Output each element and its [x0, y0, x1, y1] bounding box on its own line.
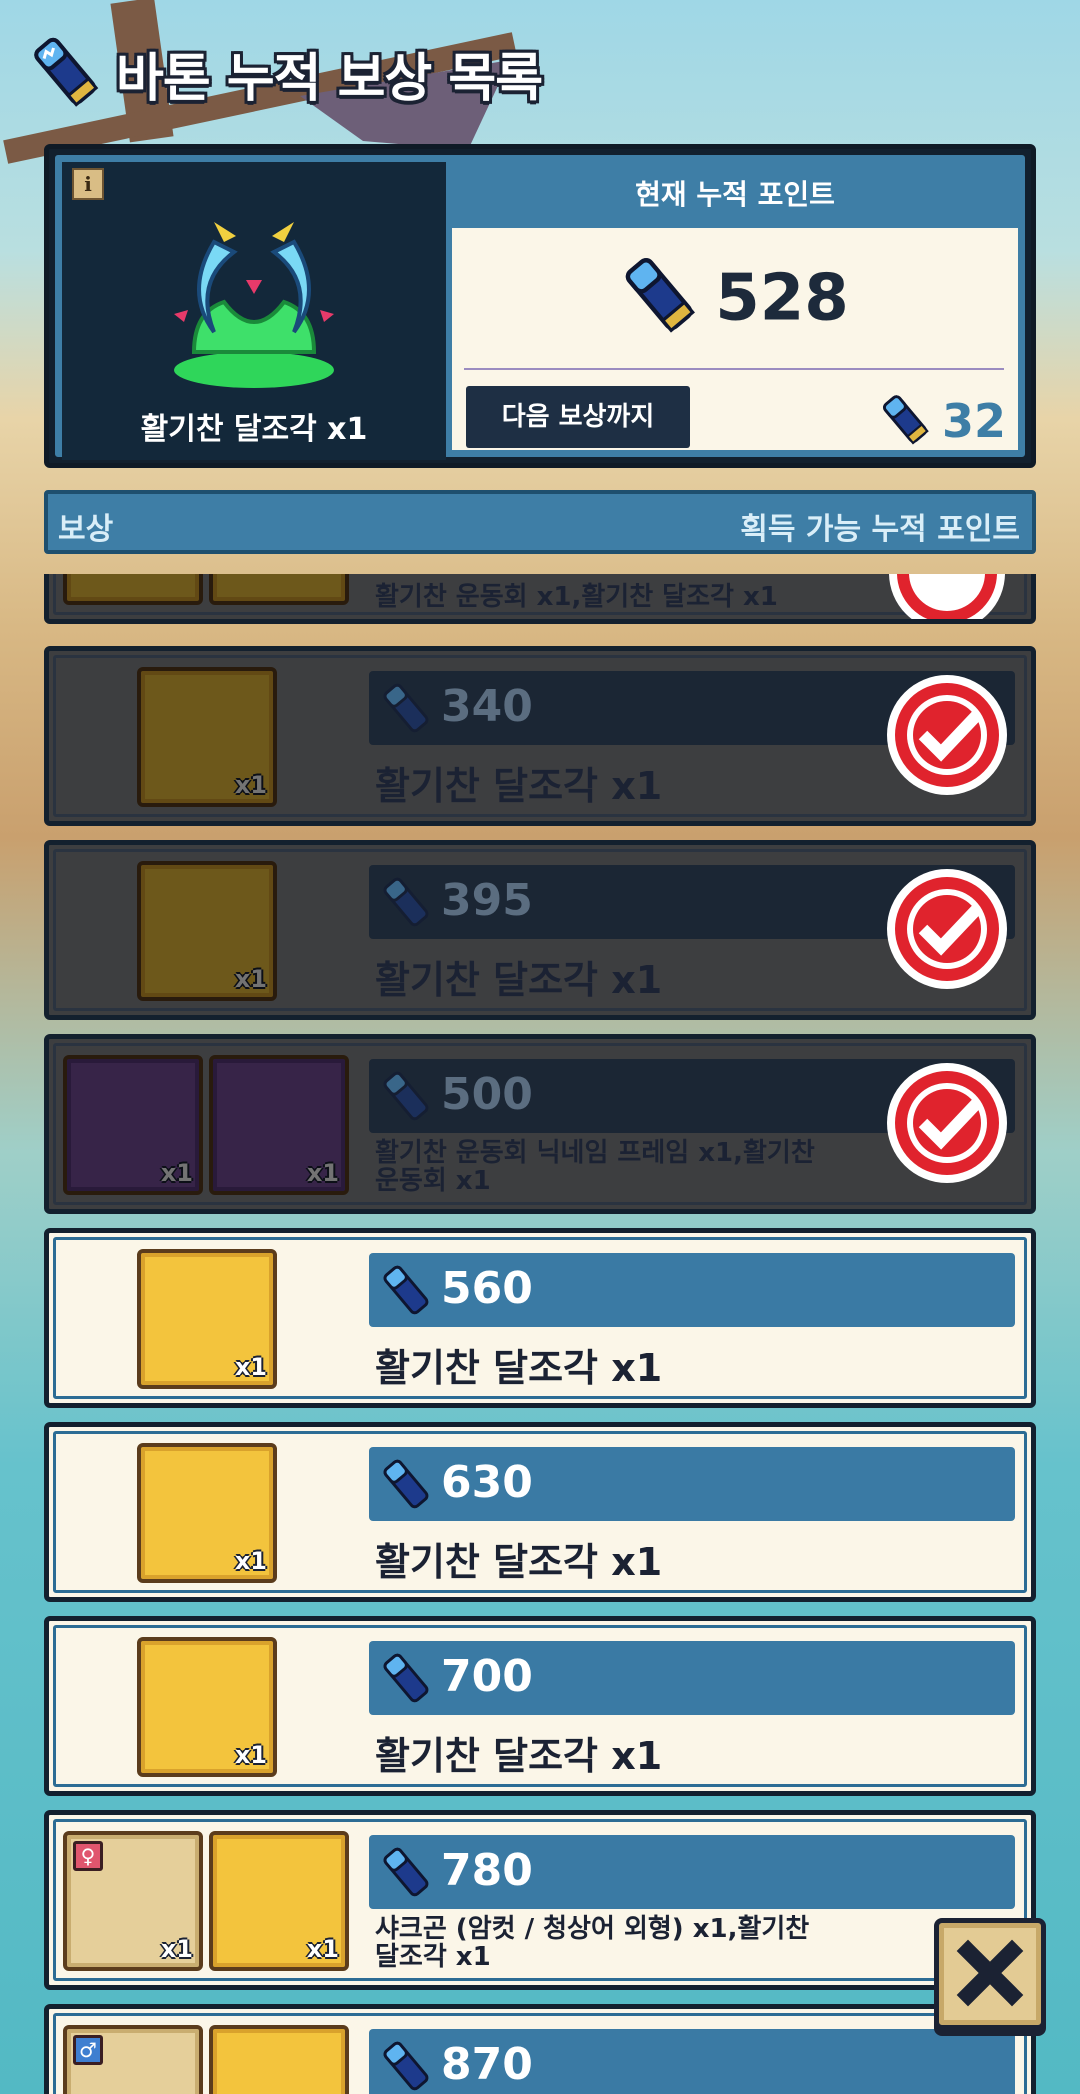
points-box: 현재 누적 포인트 528 다음 보상까지 32 [452, 162, 1018, 450]
claimed-check-icon [887, 675, 1007, 795]
reward-points: 630 [441, 1457, 533, 1508]
baton-icon [880, 392, 930, 457]
female-gender-icon: ♀ [73, 1841, 103, 1871]
reward-row[interactable]: x1 630 활기찬 달조각 x1 [44, 1422, 1036, 1602]
reward-quantity: x1 [234, 965, 267, 993]
baton-icon [379, 1069, 433, 1134]
reward-row[interactable]: x1 395 활기찬 달조각 x1 [44, 840, 1036, 1020]
page-title: 바톤 누적 보상 목록 [116, 48, 543, 109]
current-points-value: 528 [715, 261, 849, 336]
divider [464, 368, 1004, 370]
male-gender-icon: ♂ [73, 2035, 103, 2065]
reward-row[interactable]: ♂ 870 [44, 2004, 1036, 2094]
next-reward-button[interactable]: 다음 보상까지 [466, 386, 690, 448]
reward-points-bar: 780 [369, 1835, 1015, 1909]
close-icon [956, 1939, 1024, 2007]
reward-quantity: x1 [234, 1353, 267, 1381]
reward-icon [209, 574, 349, 605]
reward-points-bar: 630 [369, 1447, 1015, 1521]
reward-row[interactable]: 활기찬 운동회 x1,활기찬 달조각 x1 [44, 574, 1036, 624]
reward-name: 활기찬 달조각 x1 [375, 958, 663, 1002]
baton-icon [30, 34, 100, 112]
reward-points: 870 [441, 2039, 533, 2090]
reward-icon [63, 574, 203, 605]
shark-costume-icon: ♂ [63, 2025, 203, 2094]
current-points: 528 [452, 254, 1018, 350]
reward-row[interactable]: ♀ x1 x1 780 샤크곤 (암컷 / 청상어 외형) x1,활기찬 달조각… [44, 1810, 1036, 1990]
baton-icon [621, 254, 697, 350]
reward-points: 560 [441, 1263, 533, 1314]
reward-quantity: x1 [234, 1741, 267, 1769]
nickname-frame-icon: x1 [63, 1055, 203, 1195]
shark-costume-icon: ♀ x1 [63, 1831, 203, 1971]
info-button[interactable]: i [72, 168, 104, 200]
summary-panel-frame: i 활기찬 달조각 x1 현재 누적 포인트 528 다음 보상까지 32 [55, 155, 1025, 460]
column-points: 획득 가능 누적 포인트 [740, 512, 1020, 547]
baton-icon [379, 1845, 433, 1910]
reward-points-bar: 560 [369, 1253, 1015, 1327]
reward-name: 활기찬 달조각 x1 [375, 1540, 663, 1584]
claimed-check-icon [887, 1063, 1007, 1183]
reward-row[interactable]: x1 560 활기찬 달조각 x1 [44, 1228, 1036, 1408]
list-column-header: 보상 획득 가능 누적 포인트 [44, 490, 1036, 554]
reward-points: 780 [441, 1845, 533, 1896]
reward-row[interactable]: x1 x1 500 활기찬 운동회 닉네임 프레임 x1,활기찬 운동회 x1 [44, 1034, 1036, 1214]
sports-day-icon: x1 [209, 1055, 349, 1195]
next-reward-preview[interactable]: i 활기찬 달조각 x1 [62, 162, 446, 460]
page-header: 바톤 누적 보상 목록 [30, 28, 543, 118]
reward-quantity: x1 [160, 1935, 193, 1963]
reward-quantity: x1 [306, 1159, 339, 1187]
reward-quantity: x1 [234, 1547, 267, 1575]
reward-quantity: x1 [234, 771, 267, 799]
next-reward-points-value: 32 [941, 394, 1006, 448]
moon-shard-icon [174, 222, 334, 388]
baton-icon [379, 2039, 433, 2094]
baton-icon [379, 1457, 433, 1522]
reward-name: 활기찬 달조각 x1 [375, 764, 663, 808]
baton-icon [379, 1263, 433, 1328]
close-button[interactable] [934, 1918, 1046, 2030]
reward-name: 샤크곤 (암컷 / 청상어 외형) x1,활기찬 달조각 x1 [375, 1914, 810, 1972]
reward-name: 활기찬 운동회 x1,활기찬 달조각 x1 [375, 582, 778, 612]
summary-panel: i 활기찬 달조각 x1 현재 누적 포인트 528 다음 보상까지 32 [44, 144, 1036, 468]
claimed-check-icon [889, 574, 1005, 619]
moon-shard-icon: x1 [137, 861, 277, 1001]
reward-name: 활기찬 달조각 x1 [375, 1346, 663, 1390]
reward-points: 700 [441, 1651, 533, 1702]
baton-icon [379, 681, 433, 746]
reward-points: 340 [441, 681, 533, 732]
baton-icon [379, 1651, 433, 1716]
moon-shard-icon: x1 [137, 1443, 277, 1583]
reward-row[interactable]: x1 700 활기찬 달조각 x1 [44, 1616, 1036, 1796]
next-reward-points: 32 [880, 392, 1006, 457]
reward-quantity: x1 [160, 1159, 193, 1187]
reward-points: 500 [441, 1069, 533, 1120]
moon-shard-icon: x1 [209, 1831, 349, 1971]
reward-points-bar: 700 [369, 1641, 1015, 1715]
moon-shard-icon: x1 [137, 1249, 277, 1389]
reward-row[interactable]: x1 340 활기찬 달조각 x1 [44, 646, 1036, 826]
preview-caption: 활기찬 달조각 x1 [140, 412, 368, 447]
moon-shard-icon [209, 2025, 349, 2094]
reward-points-bar: 870 [369, 2029, 1015, 2094]
moon-shard-icon: x1 [137, 667, 277, 807]
reward-quantity: x1 [306, 1935, 339, 1963]
reward-points: 395 [441, 875, 533, 926]
reward-name: 활기찬 운동회 닉네임 프레임 x1,활기찬 운동회 x1 [375, 1138, 815, 1196]
baton-icon [379, 875, 433, 940]
current-points-label: 현재 누적 포인트 [452, 162, 1018, 228]
claimed-check-icon [887, 869, 1007, 989]
column-reward: 보상 [58, 512, 114, 547]
reward-list[interactable]: 활기찬 운동회 x1,활기찬 달조각 x1 x1 340 활기찬 달조각 x1 … [0, 574, 1080, 2094]
moon-shard-icon: x1 [137, 1637, 277, 1777]
reward-name: 활기찬 달조각 x1 [375, 1734, 663, 1778]
